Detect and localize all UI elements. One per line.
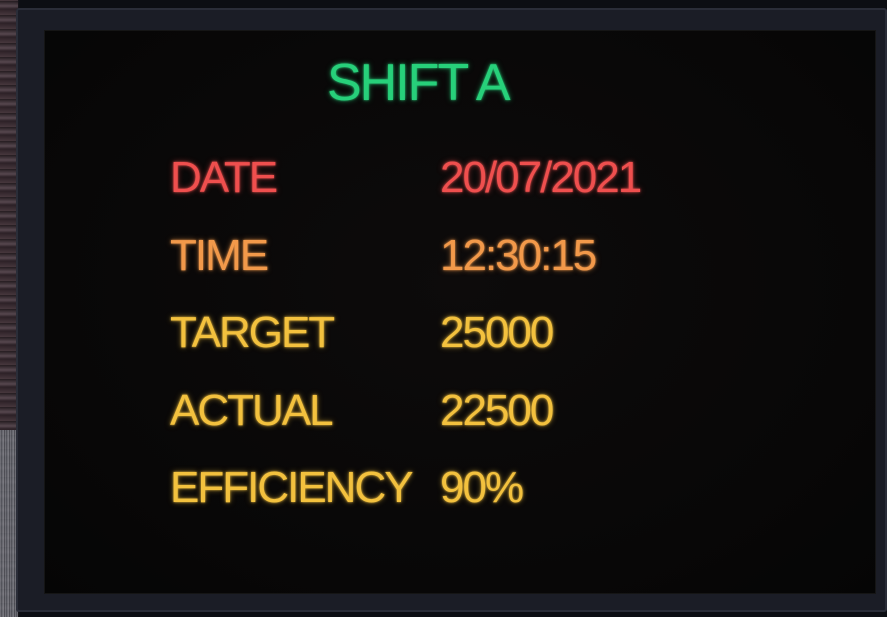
date-value: 20/07/2021 bbox=[440, 153, 642, 202]
efficiency-label: EFFICIENCY bbox=[170, 463, 414, 512]
date-label: DATE bbox=[170, 153, 278, 202]
shift-title: SHIFT A bbox=[327, 54, 511, 112]
actual-label: ACTUAL bbox=[170, 386, 334, 435]
target-label: TARGET bbox=[170, 308, 335, 357]
target-value: 25000 bbox=[440, 308, 554, 357]
actual-value: 22500 bbox=[440, 386, 554, 435]
time-value: 12:30:15 bbox=[440, 231, 597, 280]
efficiency-value: 90% bbox=[440, 463, 524, 512]
time-label: TIME bbox=[170, 231, 269, 280]
